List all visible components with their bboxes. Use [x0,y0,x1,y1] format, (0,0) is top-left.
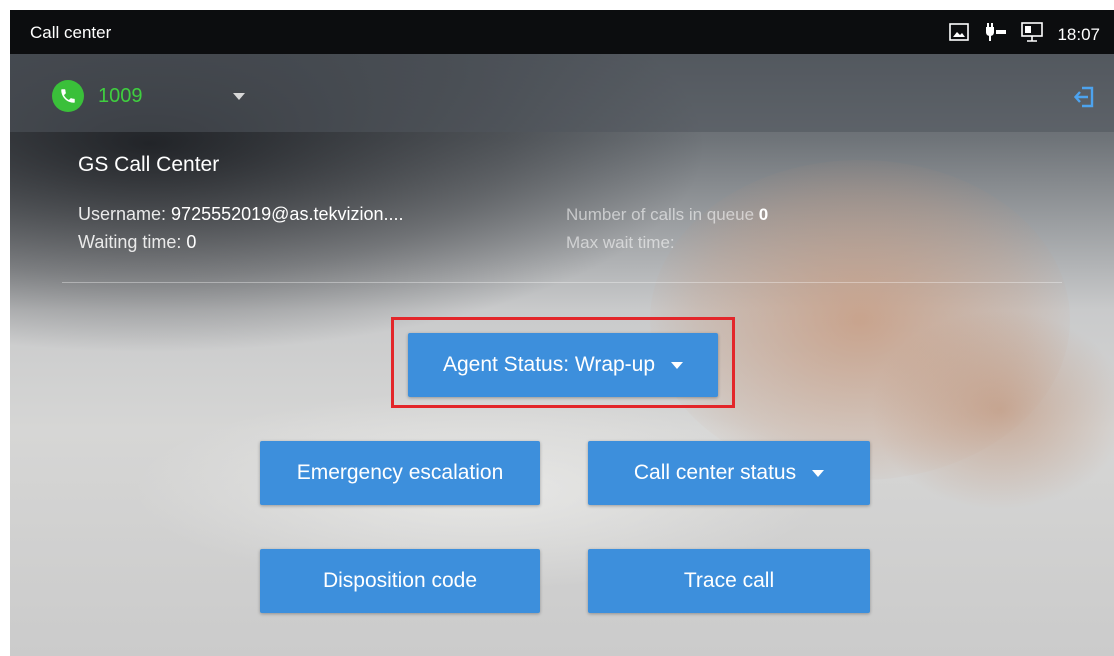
max-wait-row: Max wait time: [566,233,675,253]
waiting-time-row: Waiting time: 0 [78,232,196,253]
trace-call-button[interactable]: Trace call [588,549,870,613]
max-wait-label: Max wait time: [566,233,675,252]
username-label: Username: [78,204,167,224]
disposition-code-label: Disposition code [322,569,478,592]
waiting-time-value: 0 [186,232,197,252]
divider [62,282,1062,283]
phone-icon [52,80,84,112]
disposition-code-button[interactable]: Disposition code [260,549,540,613]
queue-row: Number of calls in queue 0 [566,205,768,225]
status-bar: Call center 18:07 [10,10,1114,54]
emergency-escalation-button[interactable]: Emergency escalation [260,441,540,505]
account-number: 1009 [98,84,143,107]
chevron-down-icon [812,469,825,477]
screenshot-icon [949,23,970,46]
dropdown-caret-icon [232,92,245,100]
queue-label: Number of calls in queue [566,205,755,224]
call-center-screen: Call center 18:07 1009 GS Call Center Us… [10,10,1114,656]
background-blur [870,310,1114,510]
queue-value: 0 [758,205,769,224]
logout-icon[interactable] [1073,86,1094,113]
username-row: Username: 9725552019@as.tekvizion.... [78,204,403,225]
call-center-status-label: Call center status [633,461,797,484]
username-value: 9725552019@as.tekvizion.... [171,204,404,224]
status-icons: 18:07 [949,22,1100,47]
account-selector[interactable]: 1009 [52,80,245,112]
emergency-escalation-label: Emergency escalation [296,461,504,484]
clock: 18:07 [1057,24,1100,44]
account-toolbar: 1009 [10,54,1114,132]
waiting-time-label: Waiting time: [78,232,182,252]
call-center-name: GS Call Center [78,153,220,176]
poe-icon [983,22,1007,47]
highlight-box [391,317,735,408]
network-icon [1021,22,1044,47]
app-title: Call center [30,23,112,42]
call-center-status-button[interactable]: Call center status [588,441,870,505]
trace-call-label: Trace call [683,569,775,592]
